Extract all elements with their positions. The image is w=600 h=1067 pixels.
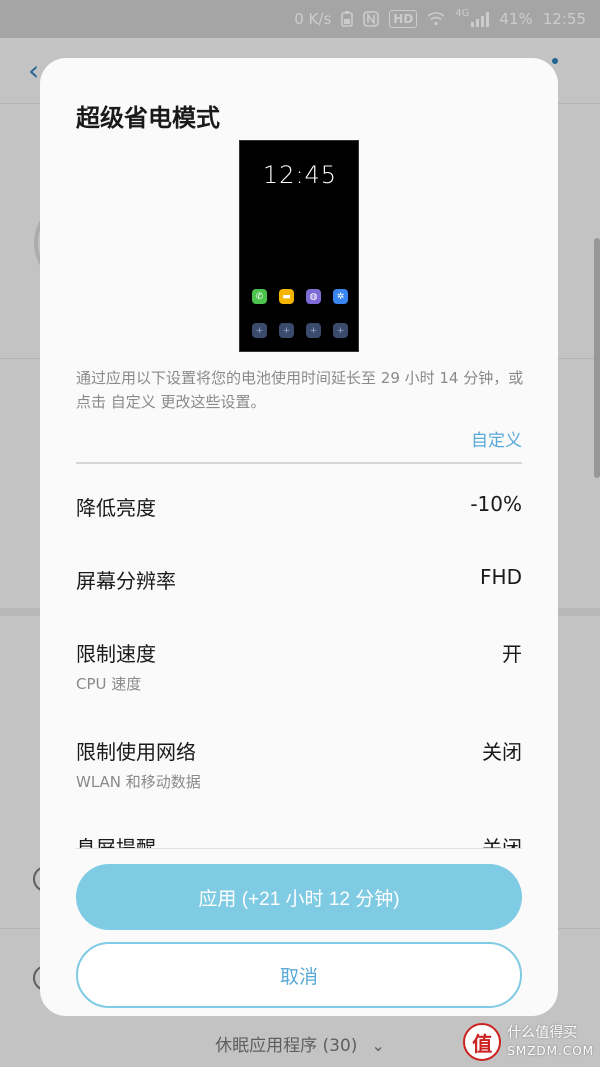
add-app-icon: + (333, 323, 348, 338)
divider (76, 848, 522, 849)
setting-row-resolution[interactable]: 屏幕分辨率 FHD (76, 565, 522, 594)
apply-button[interactable]: 应用 (+21 小时 12 分钟) (76, 864, 522, 930)
setting-row-always-on-display[interactable]: 息屏提醒 关闭 (76, 832, 522, 848)
phone-app-icon: ✆ (252, 289, 267, 304)
setting-label: 降低亮度 (76, 496, 156, 520)
setting-value: 开 (502, 642, 522, 666)
preview-clock: 12:45 (262, 161, 338, 189)
setting-value: FHD (480, 565, 522, 589)
customize-link[interactable]: 自定义 (471, 426, 522, 451)
dialog-title: 超级省电模式 (76, 104, 220, 132)
setting-label: 屏幕分辨率 (76, 569, 176, 593)
watermark-text: 什么值得买 SMZDM.COM (507, 1024, 594, 1060)
setting-label: 限制速度 (76, 642, 156, 666)
preview-app-row: ✆ ▬ ◍ ✲ (252, 289, 348, 304)
power-saving-dialog: 超级省电模式 12:45 ✆ ▬ ◍ ✲ + + + + 通过应用以下设置将您的… (40, 58, 558, 1016)
setting-value: 关闭 (482, 836, 522, 848)
phone-preview: 12:45 ✆ ▬ ◍ ✲ + + + + (239, 140, 359, 352)
internet-app-icon: ◍ (306, 289, 321, 304)
watermark-line2: SMZDM.COM (507, 1044, 594, 1058)
add-app-icon: + (279, 323, 294, 338)
setting-sublabel: WLAN 和移动数据 (76, 773, 201, 791)
watermark-logo: 值 (463, 1023, 502, 1061)
watermark: 值 什么值得买 SMZDM.COM (463, 1023, 594, 1061)
cancel-button[interactable]: 取消 (76, 942, 522, 1008)
setting-value: 关闭 (482, 740, 522, 764)
add-app-icon: + (252, 323, 267, 338)
add-app-icon: + (306, 323, 321, 338)
setting-sublabel: CPU 速度 (76, 675, 142, 693)
setting-label: 息屏提醒 (76, 836, 156, 848)
setting-row-network-limit[interactable]: 限制使用网络 WLAN 和移动数据 关闭 (76, 736, 522, 792)
preview-add-row: + + + + (252, 323, 348, 338)
settings-list[interactable]: 降低亮度 -10% 屏幕分辨率 FHD 限制速度 CPU 速度 开 限制使用网络… (40, 464, 558, 848)
settings-app-icon: ✲ (333, 289, 348, 304)
dialog-description: 通过应用以下设置将您的电池使用时间延长至 29 小时 14 分钟，或点击 自定义… (76, 369, 524, 411)
watermark-line1: 什么值得买 (507, 1025, 578, 1041)
setting-value: -10% (470, 492, 522, 516)
setting-label: 限制使用网络 (76, 740, 196, 764)
setting-row-brightness[interactable]: 降低亮度 -10% (76, 492, 522, 521)
setting-row-cpu-limit[interactable]: 限制速度 CPU 速度 开 (76, 638, 522, 694)
messages-app-icon: ▬ (279, 289, 294, 304)
